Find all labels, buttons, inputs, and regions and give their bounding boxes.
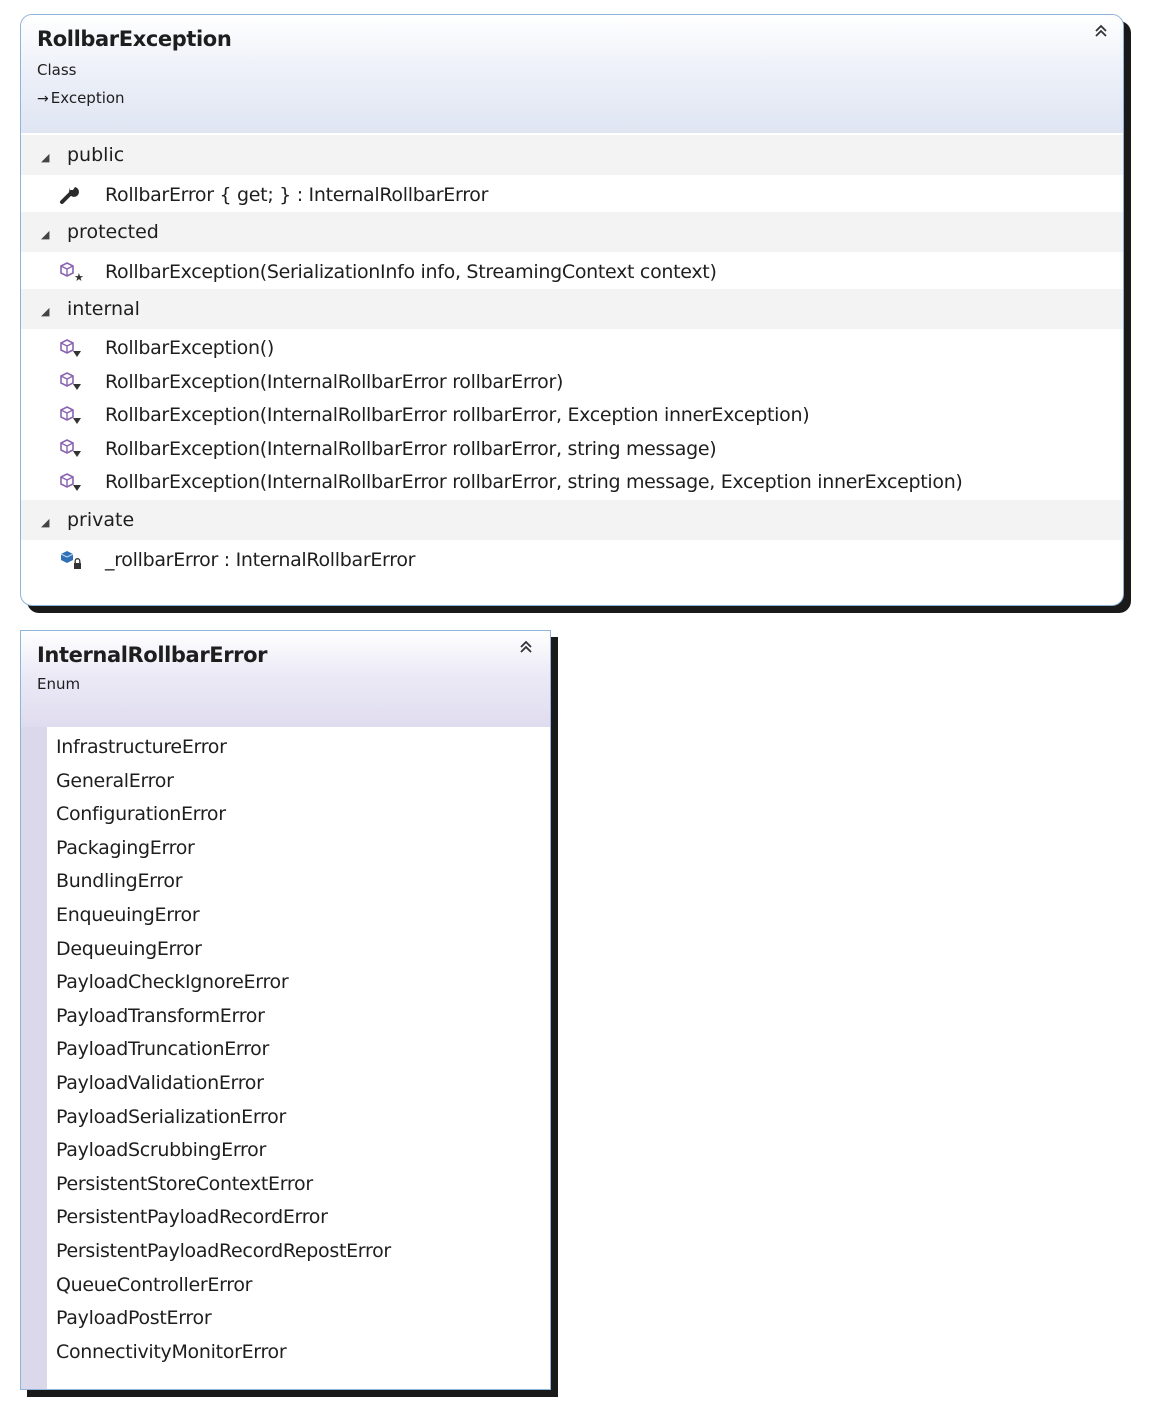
member-row[interactable]: RollbarException(InternalRollbarError ro… [21, 433, 1123, 467]
internal-method-icon [59, 371, 105, 393]
member-row[interactable]: RollbarError { get; } : InternalRollbarE… [21, 178, 1123, 212]
member-signature: RollbarException(SerializationInfo info,… [105, 261, 717, 283]
enum-value[interactable]: PayloadPostError [47, 1302, 550, 1336]
expand-triangle-icon[interactable]: ◢ [41, 215, 67, 255]
member-signature: RollbarException(InternalRollbarError ro… [105, 471, 963, 493]
section-header-private[interactable]: ◢ private [21, 499, 1123, 543]
class-kind-label: Class [37, 61, 77, 79]
base-type-name: Exception [50, 89, 125, 107]
member-row[interactable]: _rollbarError : InternalRollbarError [21, 543, 1123, 577]
enum-header: InternalRollbarError Enum [21, 631, 550, 727]
member-signature: RollbarException() [105, 337, 274, 359]
double-chevron-up-icon[interactable] [518, 639, 534, 658]
internal-method-icon [59, 338, 105, 360]
expand-triangle-icon[interactable]: ◢ [41, 138, 67, 178]
enum-value[interactable]: GeneralError [47, 765, 550, 799]
expand-triangle-icon[interactable]: ◢ [41, 503, 67, 543]
enum-value-list: InfrastructureError GeneralError Configura… [47, 727, 550, 1369]
section-header-internal[interactable]: ◢ internal [21, 289, 1123, 329]
class-title: RollbarException [37, 27, 232, 51]
enum-value[interactable]: PayloadTruncationError [47, 1033, 550, 1067]
internal-method-icon [59, 472, 105, 494]
expand-triangle-icon[interactable]: ◢ [41, 292, 67, 332]
section-label: private [67, 508, 135, 531]
section-header-protected[interactable]: ◢ protected [21, 212, 1123, 252]
enum-values-compartment: InfrastructureError GeneralError Configura… [21, 727, 550, 1389]
class-shape-rollbarexception[interactable]: RollbarException Class → Exception ◢ publi… [20, 14, 1124, 606]
section-label: protected [67, 221, 159, 243]
enum-shape-internalrollbarerror[interactable]: InternalRollbarError Enum Infrastructure… [20, 630, 551, 1390]
enum-value[interactable]: PackagingError [47, 832, 550, 866]
enum-value[interactable]: PersistentStoreContextError [47, 1168, 550, 1202]
enum-value[interactable]: PayloadTransformError [47, 1000, 550, 1034]
enum-value[interactable]: DequeuingError [47, 933, 550, 967]
enum-value[interactable]: PersistentPayloadRecordError [47, 1201, 550, 1235]
member-signature: RollbarException(InternalRollbarError ro… [105, 370, 564, 393]
enum-value[interactable]: QueueControllerError [47, 1269, 550, 1303]
class-members-compartment: ◢ public RollbarError { get; } : InternalR… [21, 133, 1123, 577]
class-header: RollbarException Class → Exception [21, 15, 1123, 133]
member-row[interactable]: RollbarException(InternalRollbarError ro… [21, 466, 1123, 500]
member-row[interactable]: RollbarException(InternalRollbarError ro… [21, 399, 1123, 433]
section-label: public [67, 144, 125, 166]
property-wrench-icon [59, 185, 105, 205]
member-row[interactable]: ★ RollbarException(SerializationInfo info… [21, 255, 1123, 289]
inheritance-arrow-icon: → [37, 91, 49, 107]
member-row[interactable]: RollbarException(InternalRollbarError ro… [21, 366, 1123, 400]
base-type-label: → Exception [37, 89, 125, 107]
section-label: internal [67, 298, 140, 320]
enum-value[interactable]: ConfigurationError [47, 798, 550, 832]
svg-text:★: ★ [74, 271, 84, 283]
member-signature: RollbarException(InternalRollbarError ro… [105, 437, 717, 460]
member-signature: RollbarError { get; } : InternalRollbarE… [105, 184, 489, 206]
enum-value[interactable]: EnqueuingError [47, 899, 550, 933]
member-signature: RollbarException(InternalRollbarError ro… [105, 404, 810, 426]
internal-method-icon [59, 405, 105, 427]
section-header-public[interactable]: ◢ public [21, 135, 1123, 175]
internal-method-icon [59, 438, 105, 460]
member-signature: _rollbarError : InternalRollbarError [105, 548, 416, 571]
double-chevron-up-icon[interactable] [1093, 23, 1109, 42]
enum-value[interactable]: InfrastructureError [47, 731, 550, 765]
enum-value[interactable]: ConnectivityMonitorError [47, 1336, 550, 1370]
member-row[interactable]: RollbarException() [21, 332, 1123, 366]
enum-value[interactable]: PayloadScrubbingError [47, 1134, 550, 1168]
private-field-icon [59, 549, 105, 571]
enum-value[interactable]: PayloadValidationError [47, 1067, 550, 1101]
enum-value[interactable]: PayloadCheckIgnoreError [47, 966, 550, 1000]
enum-value[interactable]: PayloadSerializationError [47, 1101, 550, 1135]
protected-method-icon: ★ [59, 261, 105, 283]
enum-title: InternalRollbarError [37, 643, 268, 667]
enum-kind-label: Enum [37, 675, 81, 693]
enum-value[interactable]: BundlingError [47, 865, 550, 899]
enum-value[interactable]: PersistentPayloadRecordRepostError [47, 1235, 550, 1269]
